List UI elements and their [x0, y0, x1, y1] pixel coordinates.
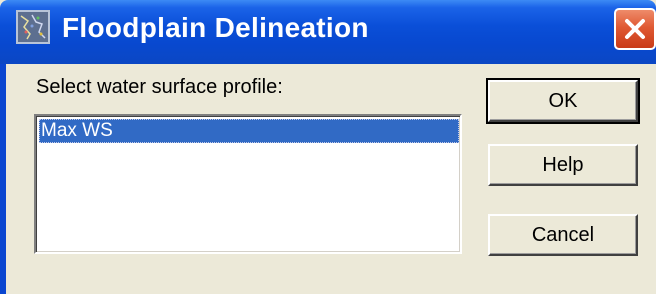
help-button[interactable]: Help — [488, 144, 638, 186]
list-item-max-ws[interactable]: Max WS — [39, 119, 459, 143]
profile-listbox[interactable]: Max WS — [34, 114, 462, 254]
window-title: Floodplain Delineation — [62, 12, 369, 43]
close-icon — [625, 19, 645, 39]
dialog-window: Floodplain Delineation Select water surf… — [0, 0, 656, 294]
map-grid-icon — [16, 10, 50, 44]
profile-prompt-label: Select water surface profile: — [36, 76, 283, 98]
close-button[interactable] — [614, 8, 656, 50]
title-bar[interactable]: Floodplain Delineation — [0, 0, 656, 64]
ok-button[interactable]: OK — [486, 78, 640, 124]
cancel-button[interactable]: Cancel — [488, 214, 638, 256]
window-frame-left — [0, 64, 6, 294]
